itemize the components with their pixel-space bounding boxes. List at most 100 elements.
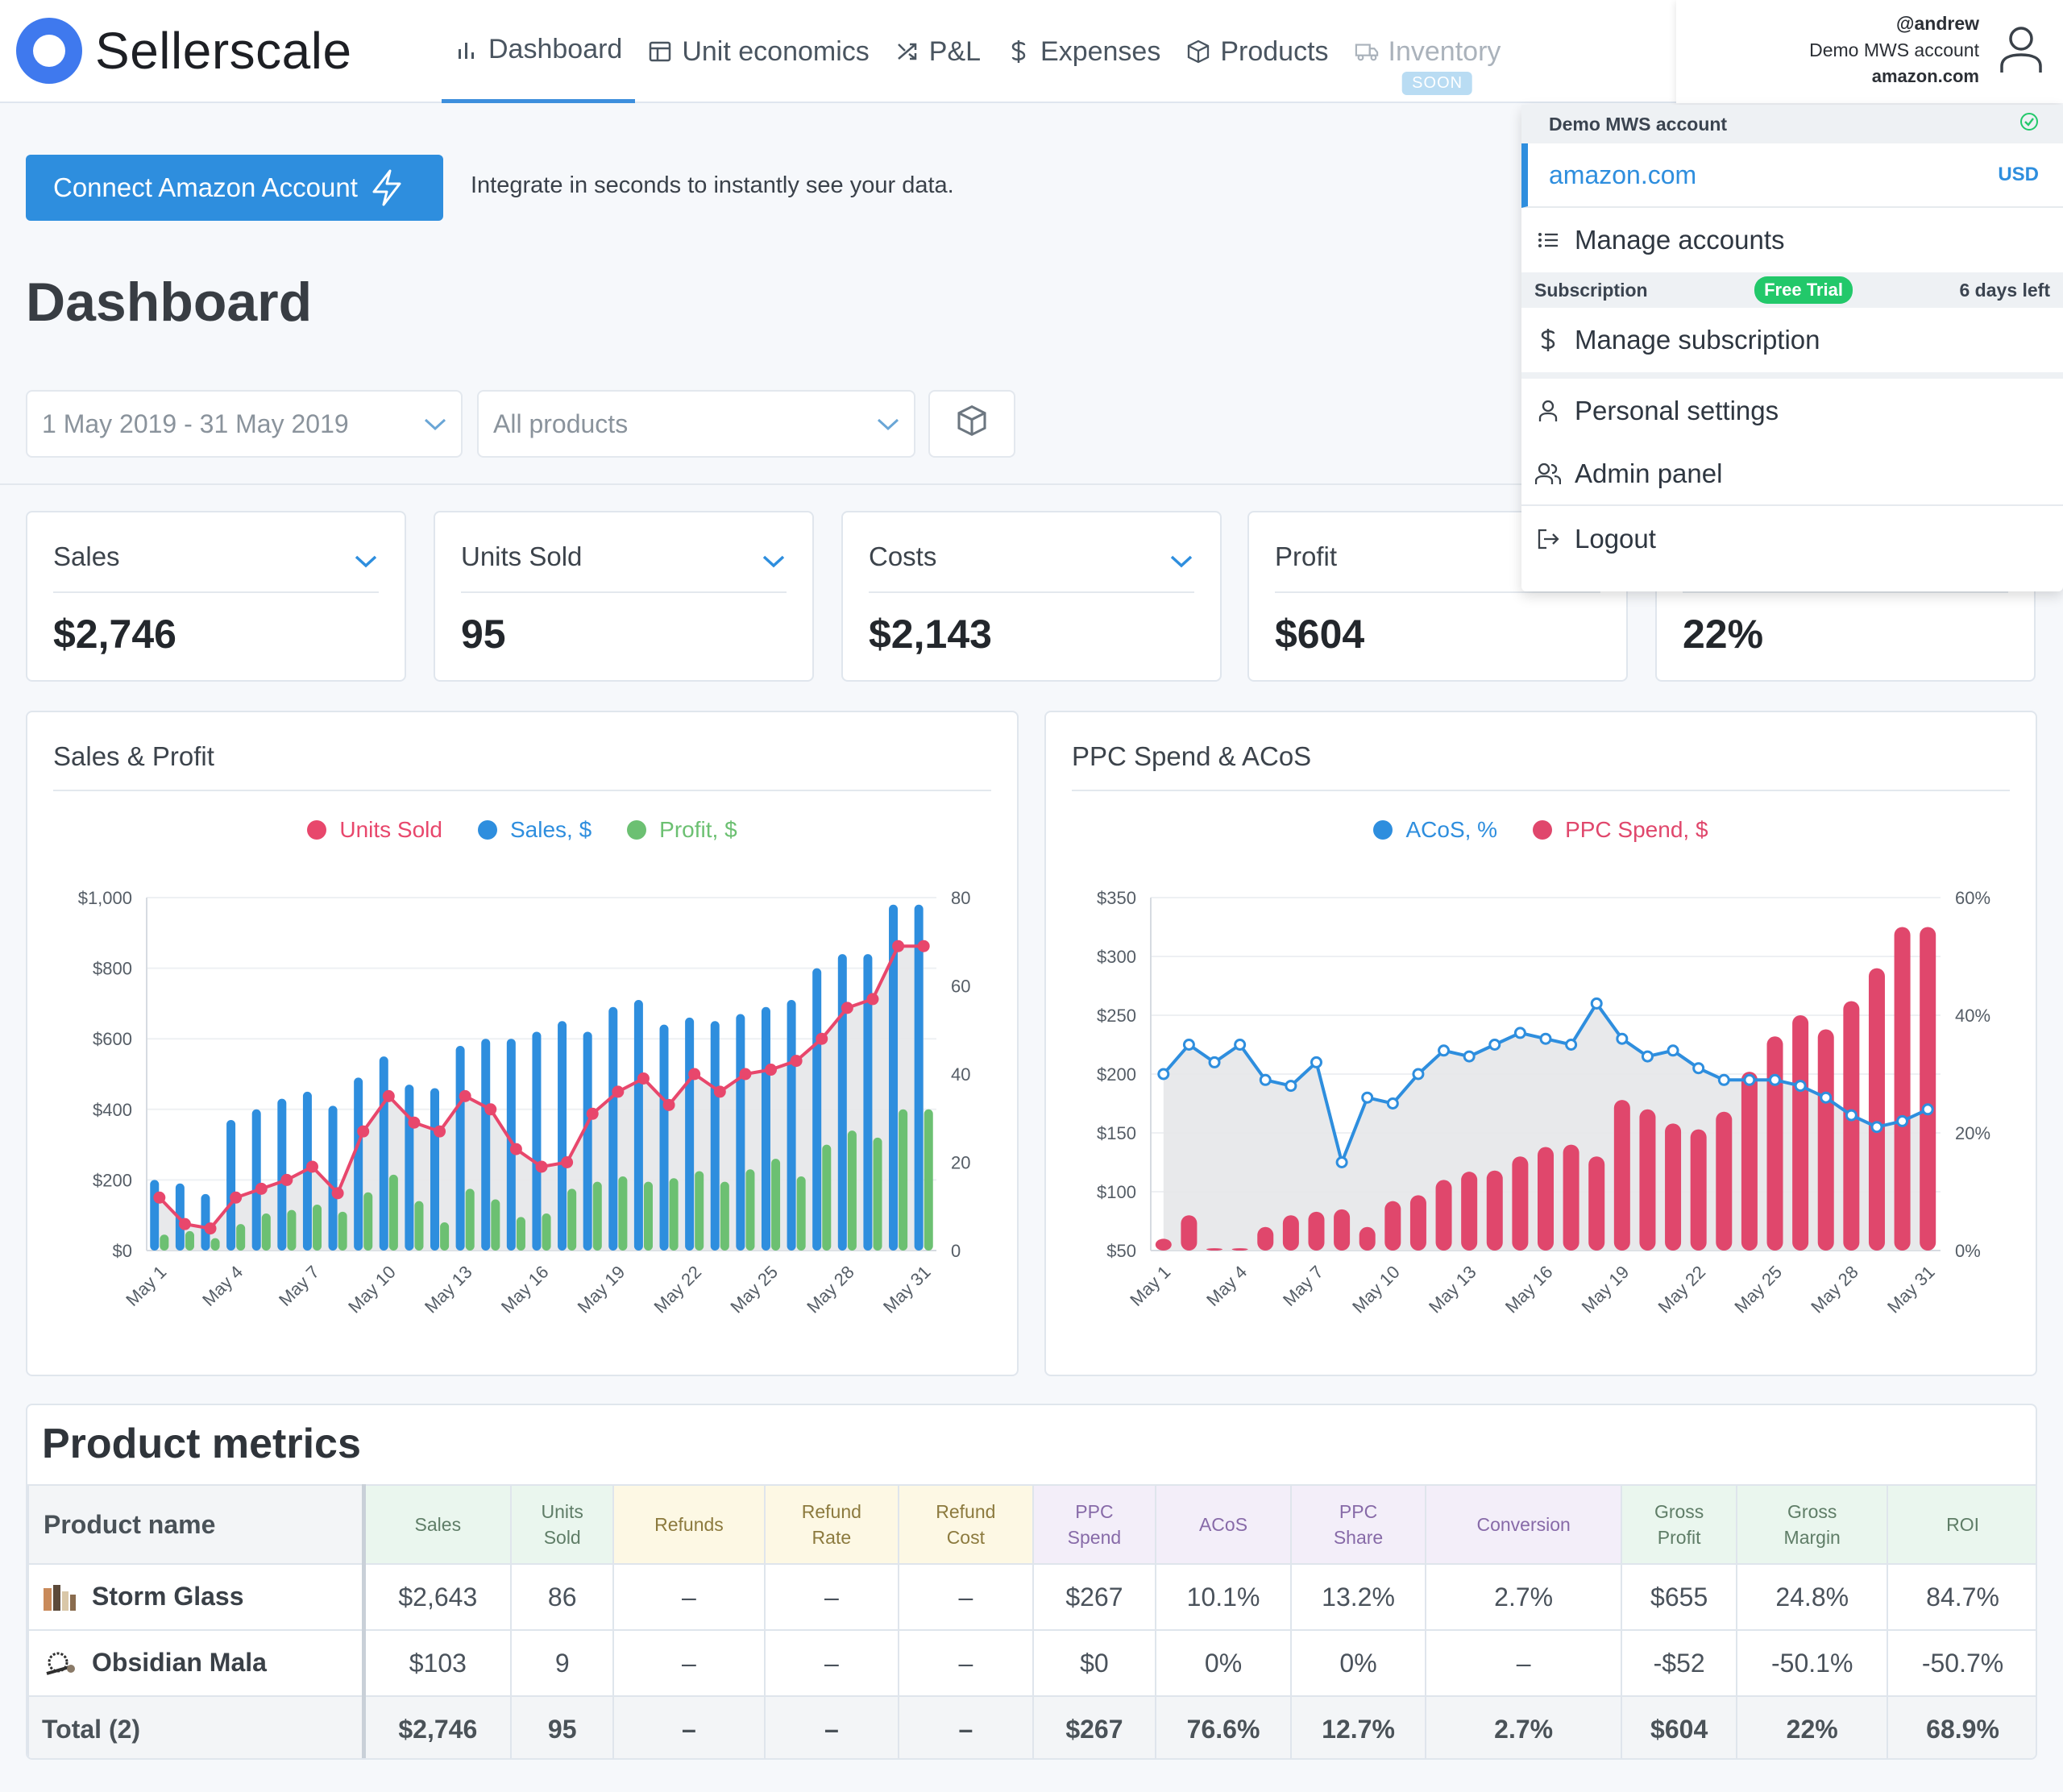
bar	[812, 968, 822, 1251]
col-conversion[interactable]: Conversion	[1425, 1484, 1622, 1565]
col-sales[interactable]: Sales	[362, 1484, 513, 1565]
table-row[interactable]: Obsidian Mala $103 9 – – – $0 0% 0% – -$…	[27, 1629, 2036, 1697]
products-select[interactable]: All products	[477, 390, 915, 458]
bar	[1613, 1100, 1630, 1251]
menu-logout[interactable]: Logout	[1521, 506, 2063, 572]
menu-personal-settings[interactable]: Personal settings	[1521, 379, 2063, 443]
bar-chart-icon	[455, 39, 479, 60]
kpi-card-costs: Costs $2,143	[841, 511, 1222, 682]
table-title: Product metrics	[42, 1421, 361, 1467]
y-tick-label: $400	[93, 1100, 132, 1120]
nav-products[interactable]: Products	[1173, 0, 1341, 103]
col-gross-margin[interactable]: Gross Margin	[1736, 1484, 1889, 1565]
user-account: Demo MWS account	[1809, 39, 1979, 60]
product-cell: Storm Glass	[27, 1563, 366, 1631]
y-tick-label: $100	[1097, 1182, 1136, 1202]
bar	[261, 1213, 271, 1251]
user-marketplace: amazon.com	[1871, 66, 1979, 86]
menu-manage-subscription[interactable]: Manage subscription	[1521, 308, 2063, 372]
bar	[313, 1205, 322, 1251]
data-point	[1182, 1039, 1195, 1051]
product-filter-button[interactable]	[928, 390, 1015, 458]
data-point	[305, 1160, 318, 1173]
col-refunds[interactable]: Refunds	[612, 1484, 766, 1565]
kpi-value: $2,143	[869, 612, 992, 657]
connect-amazon-button[interactable]: Connect Amazon Account	[26, 155, 443, 221]
bar	[822, 1144, 832, 1251]
nav-inventory: Inventory SOON	[1342, 0, 1514, 103]
date-range-select[interactable]: 1 May 2019 - 31 May 2019	[26, 390, 463, 458]
bar	[405, 1085, 414, 1251]
bar	[1409, 1195, 1426, 1251]
data-point	[1921, 1103, 1934, 1116]
bar	[608, 1006, 618, 1251]
bar	[1384, 1201, 1401, 1251]
data-point	[1717, 1073, 1730, 1086]
col-gross-profit[interactable]: Gross Profit	[1620, 1484, 1738, 1565]
bar	[160, 1234, 169, 1251]
data-point	[1896, 1114, 1909, 1127]
logo[interactable]: Sellerscale	[16, 18, 352, 84]
menu-admin-panel[interactable]: Admin panel	[1521, 443, 2063, 506]
bar	[1538, 1147, 1554, 1251]
kpi-value: $2,746	[53, 612, 176, 657]
product-metrics-card: Product metrics Product name Sales Units…	[26, 1404, 2037, 1760]
user-icon	[1999, 24, 2044, 78]
chevron-down-icon[interactable]	[1168, 548, 1194, 578]
col-roi[interactable]: ROI	[1887, 1484, 2036, 1565]
total-label: Total (2)	[27, 1695, 366, 1758]
kpi-label: Costs	[869, 541, 937, 571]
user-menu-toggle[interactable]: @andrew Demo MWS account amazon.com	[1676, 0, 2063, 103]
y-tick-label: $200	[93, 1170, 132, 1190]
product-cell: Obsidian Mala	[27, 1629, 366, 1697]
bar	[1359, 1226, 1376, 1251]
col-ppc-spend[interactable]: PPC Spend	[1032, 1484, 1157, 1565]
bar	[1792, 1015, 1809, 1251]
x-tick-label: May 4	[198, 1262, 247, 1310]
chevron-down-icon[interactable]	[353, 548, 379, 578]
free-trial-badge: Free Trial	[1754, 276, 1853, 304]
y-tick-label: 0%	[1955, 1241, 1981, 1261]
data-point	[1208, 1056, 1221, 1068]
bar	[558, 1021, 567, 1251]
bar	[695, 1171, 704, 1251]
bar	[873, 1137, 882, 1251]
menu-manage-accounts[interactable]: Manage accounts	[1521, 208, 2063, 272]
col-product-name[interactable]: Product name	[27, 1484, 366, 1565]
col-refund-cost[interactable]: Refund Cost	[898, 1484, 1034, 1565]
table-row[interactable]: Storm Glass $2,643 86 – – – $267 10.1% 1…	[27, 1563, 2036, 1631]
data-point	[1335, 1156, 1348, 1168]
section-divider	[0, 483, 1531, 485]
nav-pl[interactable]: P&L	[882, 0, 994, 103]
col-refund-rate[interactable]: Refund Rate	[763, 1484, 900, 1565]
chevron-down-icon[interactable]	[761, 548, 787, 578]
col-ppc-share[interactable]: PPC Share	[1289, 1484, 1427, 1565]
y-tick-label: 40%	[1955, 1006, 1990, 1026]
bar	[287, 1209, 297, 1251]
bar	[761, 1006, 770, 1251]
bar	[465, 1188, 475, 1251]
col-acos[interactable]: ACoS	[1155, 1484, 1292, 1565]
ppc-acos-chart: $350 $300 $250 $200 $150 $100 $50 60% 40% 20% 0% Ma…	[1097, 888, 1990, 1317]
nav-dashboard[interactable]: Dashboard	[442, 0, 636, 103]
data-point	[1234, 1039, 1247, 1051]
col-units-sold[interactable]: Units Sold	[510, 1484, 615, 1565]
bar	[914, 904, 924, 1251]
y-tick-label: 60%	[1955, 888, 1990, 908]
product-thumbnail	[42, 1583, 77, 1612]
bar	[354, 1077, 363, 1251]
bar	[736, 1014, 745, 1251]
menu-account-amazon[interactable]: amazon.com USD	[1521, 143, 2063, 208]
x-tick-label: May 7	[275, 1262, 323, 1310]
bar	[1206, 1248, 1223, 1251]
app-name: Sellerscale	[95, 22, 352, 80]
sales-profit-chart: $1,000 $800 $600 $400 $200 $0 80 60 40 20 0 May 1 Ma…	[78, 888, 971, 1317]
y-tick-label: 0	[951, 1241, 961, 1261]
y-tick-label: $350	[1097, 888, 1136, 908]
users-icon	[1534, 463, 1562, 485]
bar	[226, 1119, 236, 1251]
y-tick-label: $150	[1097, 1123, 1136, 1143]
nav-unit-economics[interactable]: Unit economics	[635, 0, 882, 103]
nav-expenses[interactable]: Expenses	[994, 0, 1173, 103]
data-point	[434, 1125, 446, 1138]
